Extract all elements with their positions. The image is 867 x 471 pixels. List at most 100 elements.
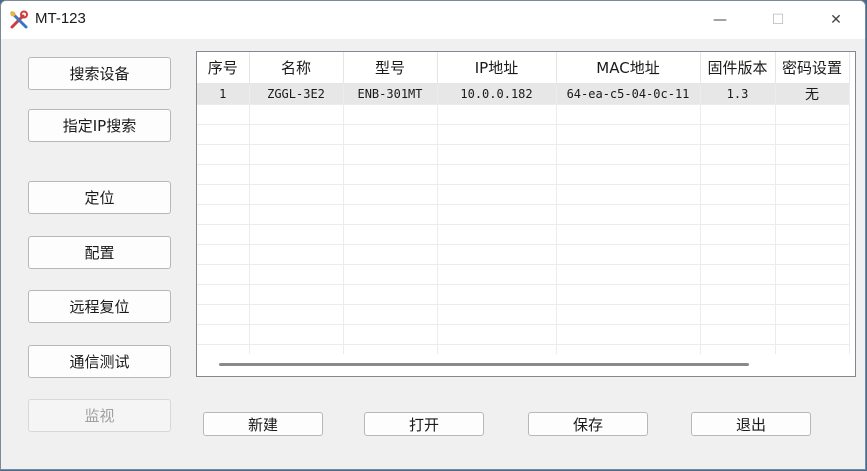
empty-cell bbox=[197, 284, 250, 305]
app-window: MT-123 — ☐ ✕ 搜索设备 指定IP搜索 定位 配置 远程复位 通信测试… bbox=[0, 0, 866, 470]
empty-cell bbox=[197, 324, 250, 345]
empty-cell bbox=[556, 284, 701, 305]
column-header-model[interactable]: 型号 bbox=[343, 52, 438, 84]
empty-cell bbox=[343, 264, 438, 285]
empty-row bbox=[197, 324, 850, 345]
empty-cell bbox=[700, 104, 776, 125]
empty-cell bbox=[197, 244, 250, 265]
maximize-button[interactable]: ☐ bbox=[755, 1, 801, 39]
empty-cell bbox=[775, 264, 850, 285]
cell-firmware: 1.3 bbox=[700, 83, 776, 105]
empty-row bbox=[197, 304, 850, 325]
new-button[interactable]: 新建 bbox=[203, 412, 323, 436]
cell-ip: 10.0.0.182 bbox=[437, 83, 557, 105]
empty-cell bbox=[700, 204, 776, 225]
empty-cell bbox=[437, 324, 557, 345]
search-by-ip-button[interactable]: 指定IP搜索 bbox=[28, 109, 171, 142]
column-header-name[interactable]: 名称 bbox=[249, 52, 344, 84]
empty-cell bbox=[700, 224, 776, 245]
empty-cell bbox=[775, 184, 850, 205]
empty-cell bbox=[343, 204, 438, 225]
remote-reset-button[interactable]: 远程复位 bbox=[28, 290, 171, 323]
empty-cell bbox=[437, 284, 557, 305]
empty-cell bbox=[197, 164, 250, 185]
search-devices-button[interactable]: 搜索设备 bbox=[28, 57, 171, 90]
empty-cell bbox=[700, 304, 776, 325]
empty-row bbox=[197, 144, 850, 165]
empty-cell bbox=[343, 304, 438, 325]
empty-cell bbox=[343, 104, 438, 125]
empty-cell bbox=[343, 324, 438, 345]
column-header-password[interactable]: 密码设置 bbox=[775, 52, 850, 84]
empty-cell bbox=[197, 104, 250, 125]
empty-cell bbox=[556, 184, 701, 205]
empty-cell bbox=[343, 244, 438, 265]
empty-cell bbox=[249, 184, 344, 205]
empty-cell bbox=[249, 224, 344, 245]
empty-cell bbox=[197, 124, 250, 145]
empty-cell bbox=[437, 124, 557, 145]
column-header-ip[interactable]: IP地址 bbox=[437, 52, 557, 84]
empty-cell bbox=[437, 264, 557, 285]
window-title: MT-123 bbox=[35, 10, 86, 27]
minimize-button[interactable]: — bbox=[697, 1, 743, 39]
close-button[interactable]: ✕ bbox=[813, 1, 859, 39]
comm-test-button[interactable]: 通信测试 bbox=[28, 345, 171, 378]
empty-cell bbox=[775, 124, 850, 145]
empty-cell bbox=[437, 144, 557, 165]
empty-cell bbox=[556, 164, 701, 185]
empty-row bbox=[197, 284, 850, 305]
empty-cell bbox=[249, 264, 344, 285]
title-bar[interactable]: MT-123 — ☐ ✕ bbox=[1, 1, 865, 39]
configure-button[interactable]: 配置 bbox=[28, 236, 171, 269]
empty-cell bbox=[775, 224, 850, 245]
empty-cell bbox=[437, 164, 557, 185]
cell-index: 1 bbox=[197, 83, 250, 105]
empty-row bbox=[197, 184, 850, 205]
empty-cell bbox=[343, 144, 438, 165]
empty-cell bbox=[556, 124, 701, 145]
empty-cell bbox=[556, 244, 701, 265]
empty-cell bbox=[249, 124, 344, 145]
empty-cell bbox=[775, 304, 850, 325]
empty-cell bbox=[249, 304, 344, 325]
scrollbar-thumb[interactable] bbox=[219, 363, 749, 366]
empty-cell bbox=[700, 264, 776, 285]
empty-cell bbox=[249, 284, 344, 305]
empty-cell bbox=[556, 104, 701, 125]
empty-cell bbox=[700, 164, 776, 185]
empty-cell bbox=[197, 184, 250, 205]
locate-button[interactable]: 定位 bbox=[28, 181, 171, 214]
table-header-row: 序号 名称 型号 IP地址 MAC地址 固件版本 密码设置 bbox=[197, 52, 850, 84]
monitor-button: 监视 bbox=[28, 399, 171, 432]
open-button[interactable]: 打开 bbox=[364, 412, 484, 436]
empty-cell bbox=[556, 144, 701, 165]
empty-cell bbox=[700, 144, 776, 165]
empty-cell bbox=[437, 104, 557, 125]
empty-row bbox=[197, 224, 850, 245]
empty-cell bbox=[343, 184, 438, 205]
empty-cell bbox=[437, 184, 557, 205]
empty-cell bbox=[700, 124, 776, 145]
exit-button[interactable]: 退出 bbox=[691, 412, 811, 436]
save-button[interactable]: 保存 bbox=[528, 412, 648, 436]
close-icon: ✕ bbox=[830, 12, 842, 28]
empty-cell bbox=[775, 164, 850, 185]
empty-cell bbox=[775, 244, 850, 265]
empty-cell bbox=[556, 304, 701, 325]
maximize-icon: ☐ bbox=[771, 12, 785, 28]
device-list[interactable]: 序号 名称 型号 IP地址 MAC地址 固件版本 密码设置 1 ZGGL-3E2… bbox=[196, 51, 856, 377]
column-header-firmware[interactable]: 固件版本 bbox=[700, 52, 776, 84]
empty-cell bbox=[343, 164, 438, 185]
empty-cell bbox=[249, 324, 344, 345]
empty-cell bbox=[249, 244, 344, 265]
horizontal-scrollbar[interactable] bbox=[197, 354, 855, 376]
empty-row bbox=[197, 164, 850, 185]
column-header-index[interactable]: 序号 bbox=[197, 52, 250, 84]
empty-cell bbox=[197, 304, 250, 325]
table-row[interactable]: 1 ZGGL-3E2 ENB-301MT 10.0.0.182 64-ea-c5… bbox=[197, 83, 850, 105]
empty-cell bbox=[700, 184, 776, 205]
empty-cell bbox=[197, 264, 250, 285]
cell-model: ENB-301MT bbox=[343, 83, 438, 105]
column-header-mac[interactable]: MAC地址 bbox=[556, 52, 701, 84]
